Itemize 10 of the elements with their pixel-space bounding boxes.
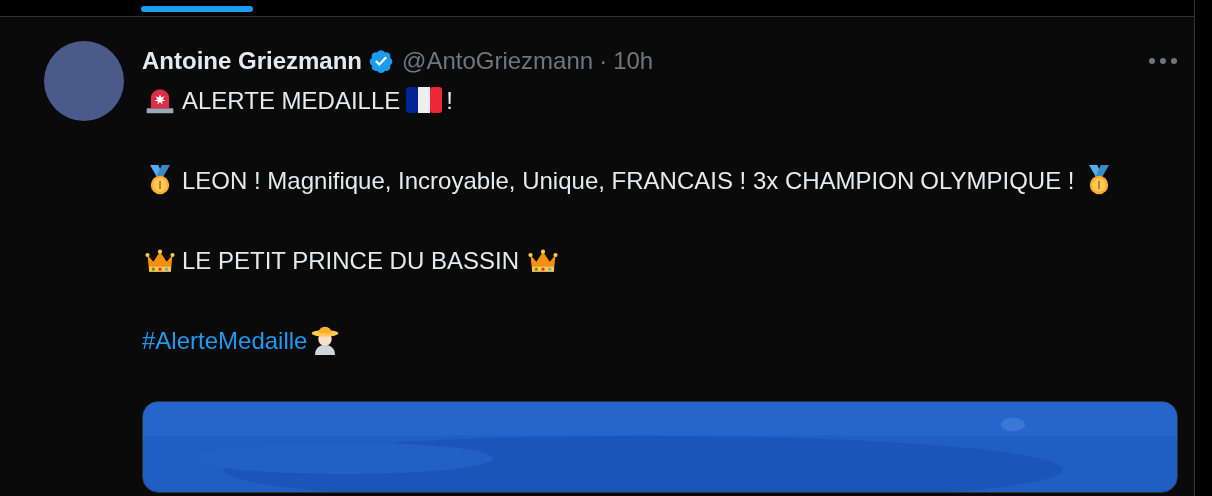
separator: · xyxy=(599,47,608,75)
author-name[interactable]: Antoine Griezmann xyxy=(142,47,363,75)
user-handle[interactable]: @AntoGriezmann xyxy=(402,47,594,75)
post-text: LEON ! Magnifique, Incroyable, Unique, FRANCAIS ! 3x CHAMPION xyxy=(182,167,915,194)
hashtag-link[interactable]: #AlerteMedaille xyxy=(142,327,308,354)
post-text: ALERTE MEDAILLE xyxy=(182,87,401,114)
post-text: OLYMPIQUE ! xyxy=(920,167,1075,194)
post-time[interactable]: 10h xyxy=(613,47,654,75)
post-text: LE PETIT PRINCE DU BASSIN xyxy=(182,247,519,274)
post-text: ! xyxy=(446,87,453,114)
